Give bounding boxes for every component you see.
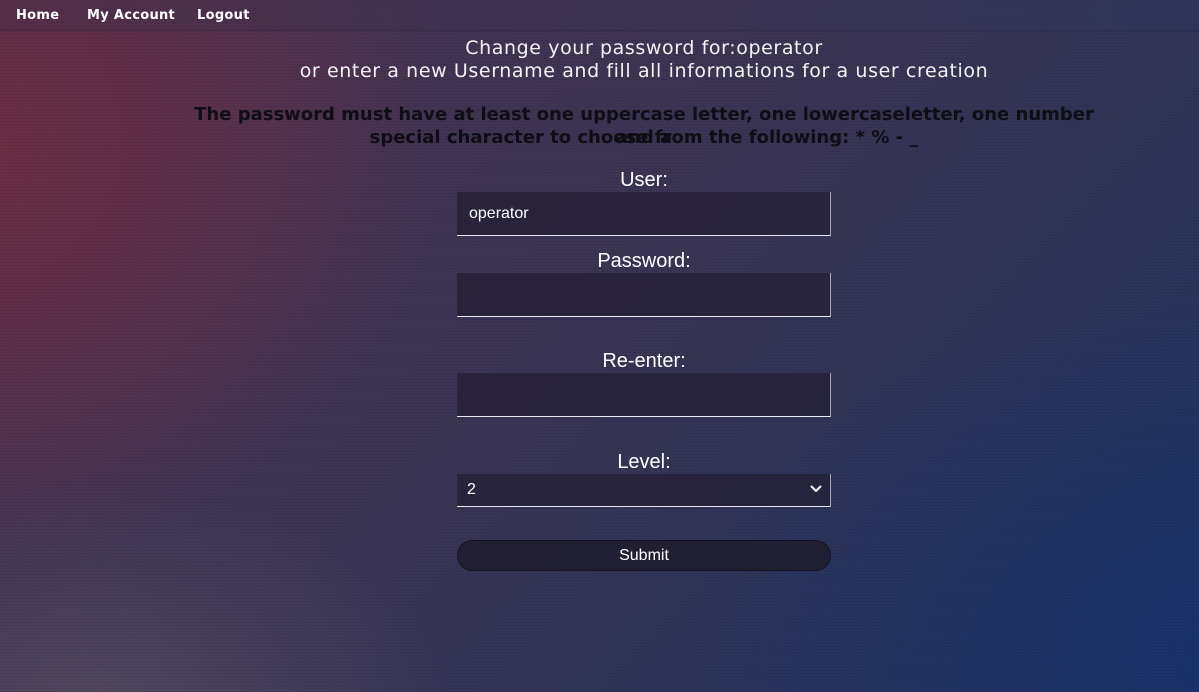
password-input[interactable] [457, 273, 831, 317]
reenter-label: Re-enter: [602, 350, 686, 372]
level-label: Level: [617, 451, 671, 473]
user-label: User: [620, 169, 668, 191]
top-navigation: Home My Account Logout [0, 0, 1199, 31]
password-label: Password: [597, 250, 691, 272]
submit-button[interactable]: Submit [457, 540, 831, 571]
nav-my-account-link[interactable]: My Account [87, 8, 175, 23]
page-subtitle: or enter a new Username and fill all inf… [299, 60, 989, 82]
reenter-password-input[interactable] [457, 373, 831, 417]
page-title: Change your password for:operator [465, 37, 823, 59]
password-rules-line-2: special character to choose from the fol… [369, 127, 919, 148]
user-input[interactable] [457, 192, 831, 236]
level-select-value: 2 [467, 481, 476, 498]
chevron-down-icon [810, 485, 822, 492]
nav-logout-link[interactable]: Logout [197, 8, 250, 23]
nav-home-link[interactable]: Home [16, 8, 59, 23]
level-select[interactable]: 2 [457, 474, 831, 507]
